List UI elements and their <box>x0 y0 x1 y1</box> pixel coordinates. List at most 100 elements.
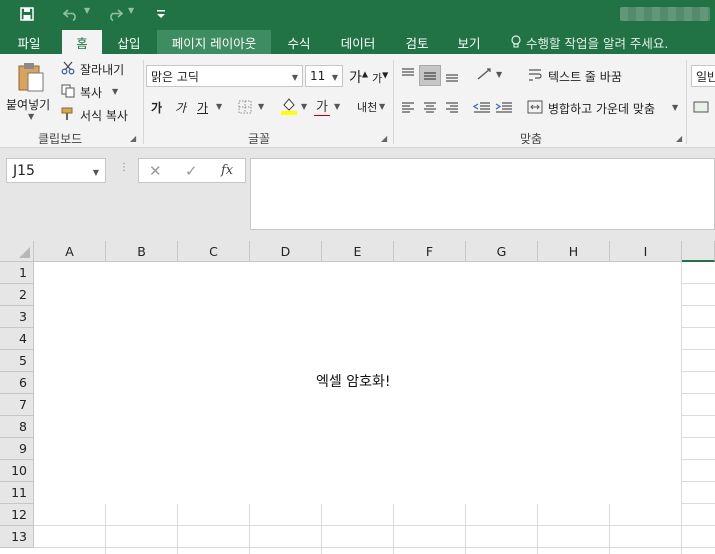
copy-icon[interactable] <box>60 83 76 99</box>
fill-color-icon[interactable] <box>281 96 297 116</box>
borders-dropdown-icon[interactable]: ▼ <box>258 102 264 111</box>
paste-label[interactable]: 붙여넣기 <box>6 96 50 113</box>
grow-font-button[interactable]: 가▲ <box>349 67 368 87</box>
font-size-value: 11 <box>310 69 326 83</box>
phonetic-dropdown-icon[interactable]: ▼ <box>379 102 385 111</box>
tab-page-layout[interactable]: 페이지 레이아웃 <box>157 30 271 54</box>
accounting-format-icon[interactable] <box>693 99 709 115</box>
save-icon[interactable] <box>16 4 38 24</box>
chevron-down-icon: ▼ <box>331 73 338 82</box>
lightbulb-icon <box>511 35 521 48</box>
orientation-dropdown-icon[interactable]: ▼ <box>496 70 502 79</box>
format-painter-icon[interactable] <box>60 106 76 122</box>
cut-label[interactable]: 잘라내기 <box>80 61 124 78</box>
align-bottom-icon[interactable] <box>444 68 460 84</box>
row-header[interactable]: 13 <box>0 526 34 548</box>
tab-view[interactable]: 보기 <box>446 30 492 54</box>
merge-dropdown-icon[interactable]: ▼ <box>672 103 678 112</box>
select-all-button[interactable] <box>0 241 34 262</box>
column-header[interactable]: C <box>178 241 250 262</box>
align-top-icon[interactable] <box>400 66 416 82</box>
column-header[interactable]: I <box>610 241 682 262</box>
clipboard-launcher-icon[interactable]: ◢ <box>130 134 136 143</box>
decrease-indent-icon[interactable] <box>473 99 491 115</box>
row-header[interactable]: 8 <box>0 416 34 438</box>
title-bar: ▼ ▼ <box>0 0 715 28</box>
tab-formulas[interactable]: 수식 <box>276 30 322 54</box>
paste-icon[interactable] <box>14 60 48 94</box>
redo-dropdown-icon[interactable]: ▼ <box>128 6 134 15</box>
tell-me-text: 수행할 작업을 알려 주세요. <box>526 35 669 51</box>
column-header[interactable]: D <box>250 241 322 262</box>
shrink-font-button[interactable]: 가▼ <box>372 70 388 86</box>
row-header[interactable]: 4 <box>0 328 34 350</box>
align-center-icon[interactable] <box>422 99 438 115</box>
wrap-text-label[interactable]: 텍스트 줄 바꿈 <box>548 68 622 85</box>
row-header[interactable]: 2 <box>0 284 34 306</box>
underline-button[interactable]: 가 <box>197 99 208 116</box>
undo-dropdown-icon[interactable]: ▼ <box>84 6 90 15</box>
column-header[interactable]: B <box>106 241 178 262</box>
row-header[interactable]: 10 <box>0 460 34 482</box>
row-header[interactable]: 11 <box>0 482 34 504</box>
alignment-launcher-icon[interactable]: ◢ <box>676 134 682 143</box>
tell-me-search[interactable]: 수행할 작업을 알려 주세요. <box>510 30 668 54</box>
shrink-font-glyph: 가 <box>372 72 383 85</box>
font-launcher-icon[interactable]: ◢ <box>381 134 387 143</box>
row-header[interactable]: 7 <box>0 394 34 416</box>
row-header[interactable]: 5 <box>0 350 34 372</box>
row-header[interactable]: 1 <box>0 262 34 284</box>
number-format-select[interactable]: 일반 <box>691 65 715 87</box>
column-header[interactable]: E <box>322 241 394 262</box>
increase-indent-icon[interactable] <box>495 99 513 115</box>
column-header[interactable] <box>682 241 715 262</box>
tab-insert[interactable]: 삽입 <box>106 30 152 54</box>
align-right-icon[interactable] <box>444 99 460 115</box>
merge-center-label[interactable]: 병합하고 가운데 맞춤 <box>548 100 655 117</box>
underline-dropdown-icon[interactable]: ▼ <box>216 102 222 111</box>
borders-icon[interactable] <box>237 99 253 115</box>
tab-home[interactable]: 홈 <box>62 30 102 54</box>
row-header[interactable]: 12 <box>0 504 34 526</box>
customize-quick-access-icon[interactable] <box>150 4 172 24</box>
row-header[interactable]: 9 <box>0 438 34 460</box>
undo-icon[interactable] <box>60 4 82 24</box>
clipboard-group-label: 클립보드 <box>38 132 83 146</box>
align-left-icon[interactable] <box>400 99 416 115</box>
merge-center-icon[interactable] <box>527 99 543 115</box>
redo-icon[interactable] <box>104 4 126 24</box>
orientation-icon[interactable] <box>475 66 495 82</box>
column-header[interactable]: H <box>538 241 610 262</box>
cancel-icon[interactable]: ✕ <box>149 162 162 180</box>
column-header[interactable]: F <box>394 241 466 262</box>
copy-dropdown-icon[interactable]: ▼ <box>112 87 118 96</box>
row-header[interactable]: 6 <box>0 372 34 394</box>
tab-data[interactable]: 데이터 <box>332 30 384 54</box>
copy-label[interactable]: 복사 <box>80 84 102 101</box>
column-header[interactable]: G <box>466 241 538 262</box>
enter-icon[interactable]: ✓ <box>185 162 198 180</box>
resize-handle-icon[interactable]: ⋮ <box>119 162 129 173</box>
text-box-content: 엑셀 암호화! <box>316 374 391 390</box>
column-header[interactable]: A <box>34 241 106 262</box>
account-area <box>620 7 710 21</box>
name-box[interactable]: J15 ▼ <box>6 158 106 183</box>
font-color-dropdown-icon[interactable]: ▼ <box>334 102 340 111</box>
font-name-select[interactable]: 맑은 고딕 ▼ <box>146 65 303 87</box>
paste-dropdown-icon[interactable]: ▼ <box>28 112 34 121</box>
cut-icon[interactable] <box>60 60 76 76</box>
row-header[interactable]: 3 <box>0 306 34 328</box>
fill-color-dropdown-icon[interactable]: ▼ <box>301 102 307 111</box>
phonetic-button[interactable]: 내천 <box>357 99 377 115</box>
font-color-icon[interactable]: 가 <box>313 96 331 116</box>
tab-file[interactable]: 파일 <box>6 30 52 54</box>
insert-function-icon[interactable]: fx <box>221 163 233 178</box>
font-size-select[interactable]: 11 ▼ <box>305 65 343 87</box>
bold-button[interactable]: 가 <box>151 99 162 116</box>
worksheet-grid[interactable]: ABCDEFGHI 1 2 3 4 5 6 7 8 9 10 11 12 13 <box>0 241 715 554</box>
wrap-text-icon[interactable] <box>527 67 543 83</box>
italic-button[interactable]: 가 <box>175 99 186 116</box>
formula-input[interactable] <box>250 158 715 230</box>
format-painter-label[interactable]: 서식 복사 <box>80 107 128 124</box>
tab-review[interactable]: 검토 <box>394 30 440 54</box>
